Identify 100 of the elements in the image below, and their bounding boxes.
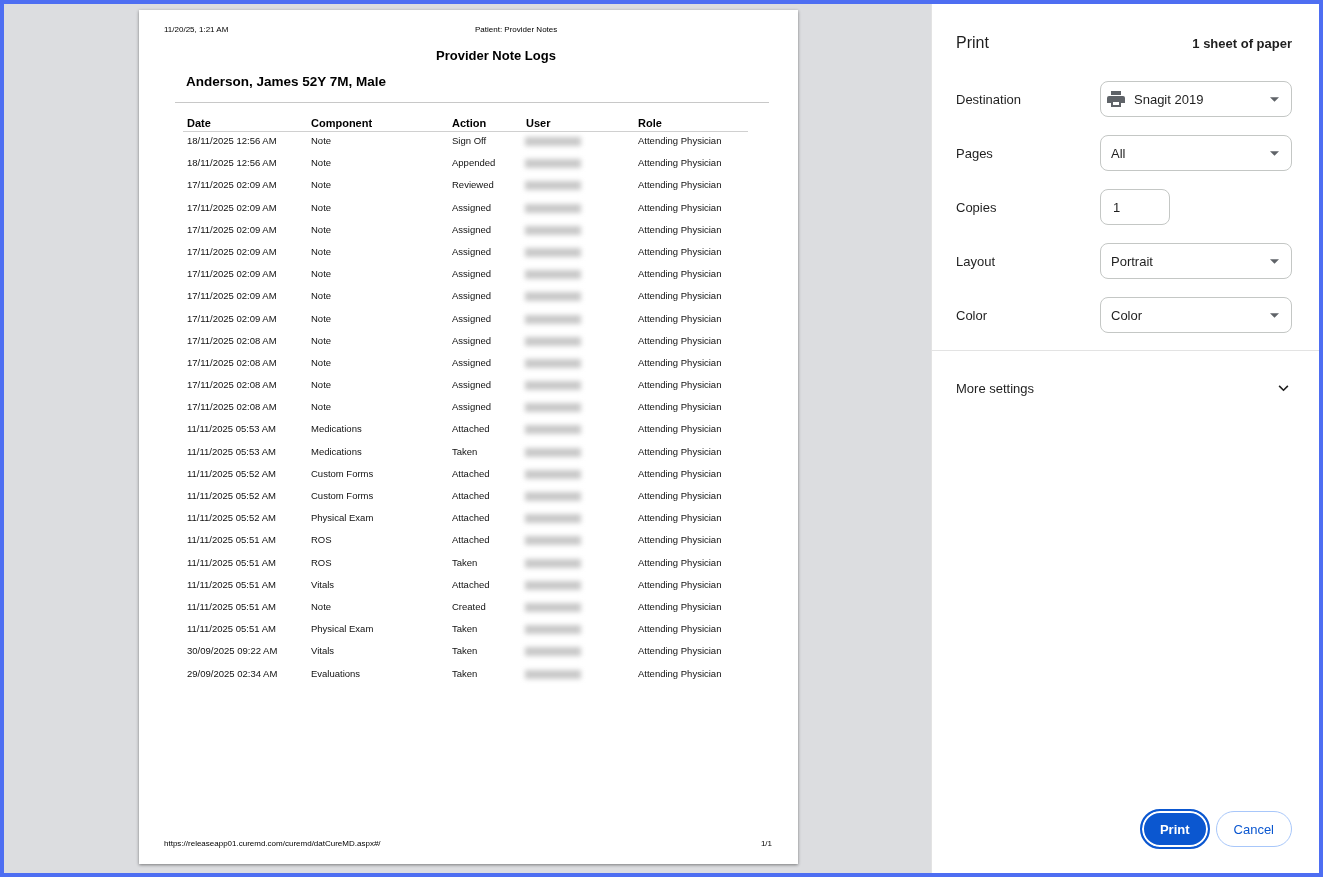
dropdown-field[interactable]: Color <box>1100 297 1292 333</box>
report-title: Provider Note Logs <box>435 48 557 64</box>
blurred-text <box>525 580 581 590</box>
blurred-text <box>525 425 581 435</box>
table-cell-text: Attending Physician <box>637 312 723 326</box>
table-cell-text: Taken <box>451 645 479 659</box>
table-cell-text: Attending Physician <box>637 534 723 548</box>
blurred-text <box>525 625 581 635</box>
table-cell-text: 29/09/2025 02:34 AM <box>186 667 279 681</box>
table-cell-text: Attending Physician <box>637 667 723 681</box>
table-cell-text: 17/11/2025 02:09 AM <box>186 201 278 215</box>
table-cell-text: Attached <box>451 578 491 592</box>
table-cell-text: 17/11/2025 02:09 AM <box>186 268 278 282</box>
print-button[interactable]: Print <box>1139 809 1210 849</box>
blurred-text <box>525 647 581 657</box>
table-cell-text: Assigned <box>451 379 493 393</box>
page-url: https://releaseapp01.curemd.com/curemd/datCureMD.aspx#/ <box>164 839 381 849</box>
table-cell-text: Vitals <box>310 578 336 592</box>
table-cell-text: Attending Physician <box>637 157 723 171</box>
blurred-text <box>525 403 581 413</box>
table-cell-text: ROS <box>310 534 333 548</box>
print-header-title: Patient: Provider Notes <box>475 25 558 35</box>
blurred-text <box>525 381 581 391</box>
table-cell-text: 17/11/2025 02:09 AM <box>186 223 278 237</box>
table-cell-text: Assigned <box>451 201 493 215</box>
table-cell-text: 18/11/2025 12:56 AM <box>186 135 278 148</box>
table-cell-text: Attending Physician <box>637 445 723 459</box>
blurred-text <box>525 447 581 457</box>
table-cell-text: Attending Physician <box>637 556 723 570</box>
table-cell-text: Assigned <box>451 312 493 326</box>
copies-input[interactable]: 1 <box>1100 189 1170 225</box>
table-cell-text: Attending Physician <box>637 356 723 370</box>
table-cell-text: Assigned <box>451 401 493 415</box>
table-cell-text: Reviewed <box>451 179 495 193</box>
column-header: Component <box>310 116 374 130</box>
table-cell-text: 11/11/2025 05:52 AM <box>186 467 277 481</box>
table-cell-text: 30/09/2025 09:22 AM <box>186 645 279 659</box>
table-cell-text: Attending Physician <box>637 245 723 259</box>
page-number: 1/1 <box>760 839 772 849</box>
blurred-text <box>525 270 581 280</box>
table-cell-text: Attached <box>451 512 491 526</box>
table-cell-text: 11/11/2025 05:51 AM <box>186 578 277 592</box>
table-cell-text: 17/11/2025 02:09 AM <box>186 179 278 193</box>
table-cell-text: Note <box>310 201 333 215</box>
table-cell-text: Attending Physician <box>637 135 723 148</box>
table-cell-text: Taken <box>451 623 479 637</box>
blurred-text <box>525 336 581 346</box>
table-cell-text: Assigned <box>451 356 493 370</box>
table-cell-text: Note <box>310 379 333 393</box>
blurred-text <box>525 358 581 368</box>
table-cell-text: Note <box>310 245 333 259</box>
table-cell-text: Note <box>310 135 333 148</box>
table-cell-text: Assigned <box>451 334 493 348</box>
table-cell-text: Taken <box>451 556 479 570</box>
setting-label: Color <box>956 307 989 323</box>
table-cell-text: 17/11/2025 02:09 AM <box>186 312 278 326</box>
table-cell-text: 17/11/2025 02:08 AM <box>186 401 278 415</box>
more-settings-toggle[interactable]: More settings <box>932 351 1319 425</box>
table-cell-text: 18/11/2025 12:56 AM <box>186 157 278 171</box>
table-cell-text: Note <box>310 179 333 193</box>
blurred-text <box>525 181 581 191</box>
blurred-text <box>525 492 581 501</box>
table-cell-text: Medications <box>310 423 363 437</box>
table-cell-text: 11/11/2025 05:52 AM <box>186 490 277 503</box>
printer-icon <box>1107 91 1125 107</box>
dropdown-field[interactable]: All <box>1100 135 1292 171</box>
table-cell-text: Sign Off <box>451 135 488 148</box>
table-cell-text: Attending Physician <box>637 223 723 237</box>
caret-icon <box>1270 258 1279 264</box>
table-cell-text: Attending Physician <box>637 623 723 637</box>
table-cell-text: Note <box>310 334 333 348</box>
table-cell-text: Evaluations <box>310 667 362 681</box>
blurred-text <box>525 137 581 146</box>
cancel-button[interactable]: Cancel <box>1215 811 1292 847</box>
table-cell-text: Assigned <box>451 223 493 237</box>
table-cell-text: 11/11/2025 05:51 AM <box>186 534 277 548</box>
table-cell-text: Note <box>310 600 333 614</box>
blurred-text <box>525 536 581 546</box>
dropdown-field[interactable]: Portrait <box>1100 243 1292 279</box>
table-cell-text: Note <box>310 312 333 326</box>
print-date: 11/20/25, 1:21 AM <box>164 25 230 35</box>
blurred-text <box>525 514 581 524</box>
column-header: User <box>525 116 552 130</box>
table-cell-text: Taken <box>451 667 479 681</box>
table-cell-text: Note <box>310 268 333 282</box>
table-cell-text: 11/11/2025 05:51 AM <box>186 600 277 614</box>
table-cell-text: Attending Physician <box>637 334 723 348</box>
sheet-count: 1 sheet of paper <box>1192 35 1292 51</box>
table-cell-text: 17/11/2025 02:09 AM <box>186 245 278 259</box>
dropdown-field[interactable]: Snagit 2019 <box>1100 81 1292 117</box>
setting-label: Pages <box>956 145 994 161</box>
blurred-text <box>525 159 581 169</box>
caret-icon <box>1270 312 1279 318</box>
column-header: Date <box>186 116 212 130</box>
blurred-text <box>525 247 581 257</box>
patient-heading: Anderson, James 52Y 7M, Male <box>185 74 388 90</box>
table-cell-text: Attending Physician <box>637 423 723 437</box>
table-cell-text: Appended <box>451 157 497 171</box>
table-cell-text: Attending Physician <box>637 490 723 503</box>
table-cell-text: Note <box>310 356 333 370</box>
